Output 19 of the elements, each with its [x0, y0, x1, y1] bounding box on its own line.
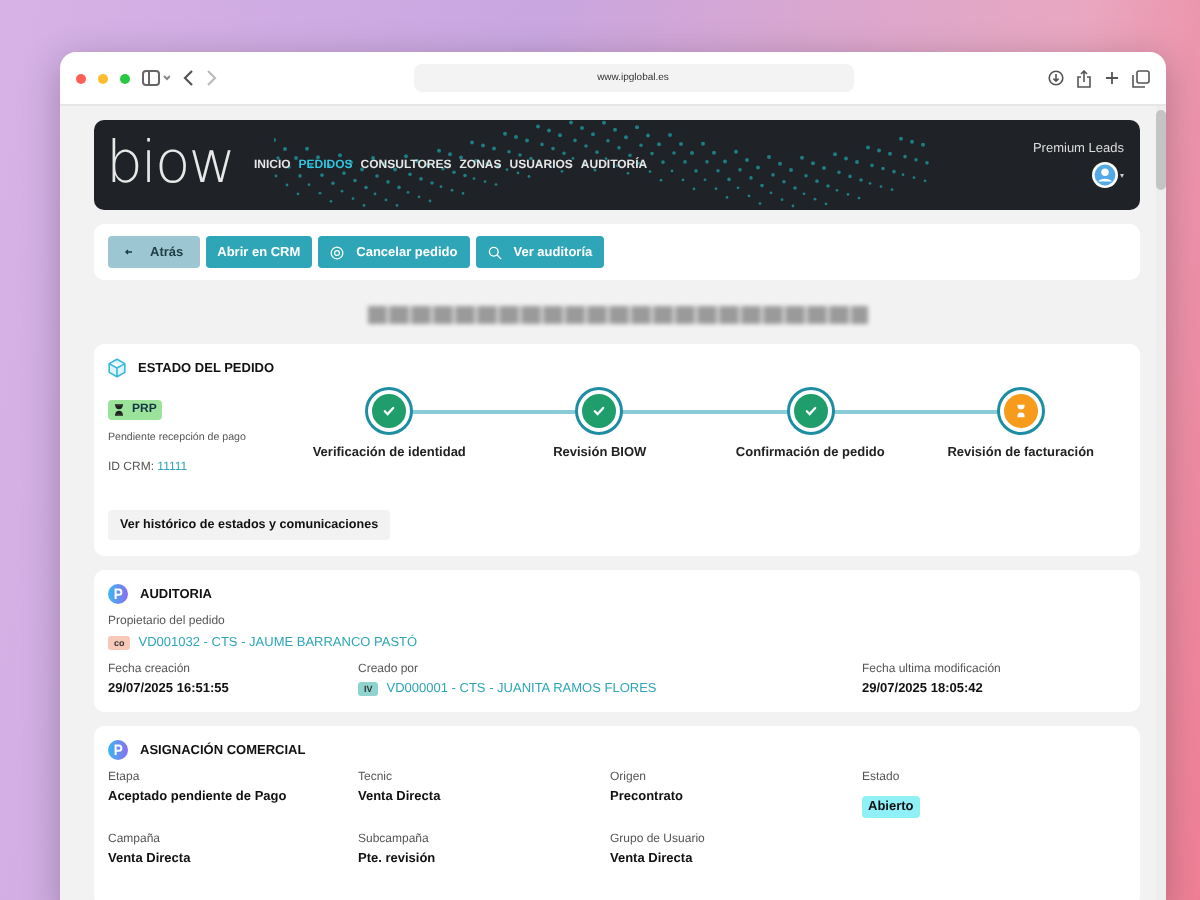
back-arrow-icon: [124, 248, 132, 257]
hourglass-icon: [114, 404, 124, 416]
back-icon[interactable]: [182, 70, 194, 86]
logo[interactable]: biow: [106, 127, 234, 196]
avatar-menu[interactable]: [1092, 162, 1124, 189]
p-icon: [108, 584, 128, 604]
sidebar-icon[interactable]: [142, 70, 170, 86]
cube-icon: [108, 358, 126, 378]
plus-icon[interactable]: [1104, 70, 1120, 86]
download-icon[interactable]: [1048, 70, 1064, 86]
close-dot[interactable]: [76, 73, 86, 83]
tabs-icon[interactable]: [1132, 69, 1150, 87]
share-icon[interactable]: [1076, 69, 1092, 87]
zoom-dot[interactable]: [120, 73, 130, 83]
p-icon: [108, 740, 128, 760]
cancel-icon: [330, 245, 345, 260]
scrollbar-thumb[interactable]: [1156, 110, 1166, 190]
search-icon: [487, 245, 502, 260]
minimize-dot[interactable]: [98, 73, 108, 83]
